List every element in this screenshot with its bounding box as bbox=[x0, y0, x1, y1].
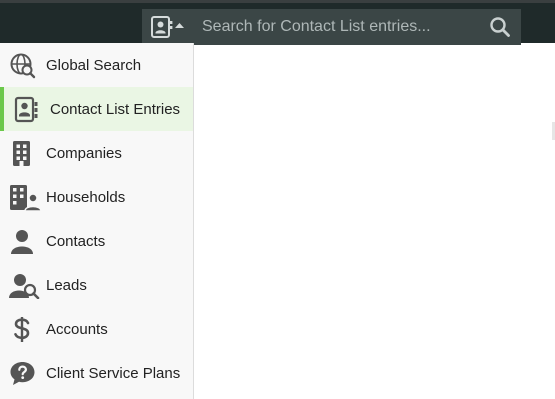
sidebar-item-label: Companies bbox=[46, 144, 122, 162]
top-bar bbox=[0, 0, 555, 45]
sidebar-item-households[interactable]: Households bbox=[0, 175, 193, 219]
sidebar-item-leads[interactable]: Leads bbox=[0, 263, 193, 307]
building-icon bbox=[9, 140, 36, 167]
person-search-icon bbox=[9, 272, 40, 299]
sidebar-item-client-service-plans[interactable]: Client Service Plans bbox=[0, 351, 193, 395]
help-chat-icon bbox=[9, 360, 36, 387]
search-input[interactable] bbox=[202, 9, 472, 45]
sidebar-item-label: Leads bbox=[46, 276, 87, 294]
sidebar-item-label: Households bbox=[46, 188, 126, 206]
contact-list-icon bbox=[151, 16, 184, 38]
sidebar-item-contacts[interactable]: Contacts bbox=[0, 219, 193, 263]
sidebar: Global Search Contact List Entries Compa… bbox=[0, 43, 194, 399]
contact-list-icon bbox=[13, 96, 40, 123]
sidebar-item-accounts[interactable]: Accounts bbox=[0, 307, 193, 351]
sidebar-item-label: Contact List Entries bbox=[50, 100, 181, 118]
globe-search-icon bbox=[9, 52, 36, 79]
sidebar-item-label: Contacts bbox=[46, 232, 106, 250]
household-icon bbox=[9, 184, 41, 211]
search-scope-button[interactable] bbox=[142, 9, 192, 45]
person-icon bbox=[9, 228, 36, 255]
dollar-icon bbox=[9, 316, 36, 343]
sidebar-item-global-search[interactable]: Global Search bbox=[0, 43, 193, 87]
sidebar-item-label: Client Service Plans bbox=[46, 364, 181, 382]
sidebar-item-label: Global Search bbox=[46, 56, 142, 74]
sidebar-item-label: Accounts bbox=[46, 320, 108, 338]
search-box bbox=[192, 9, 521, 45]
caret-up-icon bbox=[175, 23, 184, 28]
sidebar-item-contact-list-entries[interactable]: Contact List Entries bbox=[0, 87, 193, 131]
search-icon[interactable] bbox=[489, 16, 511, 38]
sidebar-item-companies[interactable]: Companies bbox=[0, 131, 193, 175]
